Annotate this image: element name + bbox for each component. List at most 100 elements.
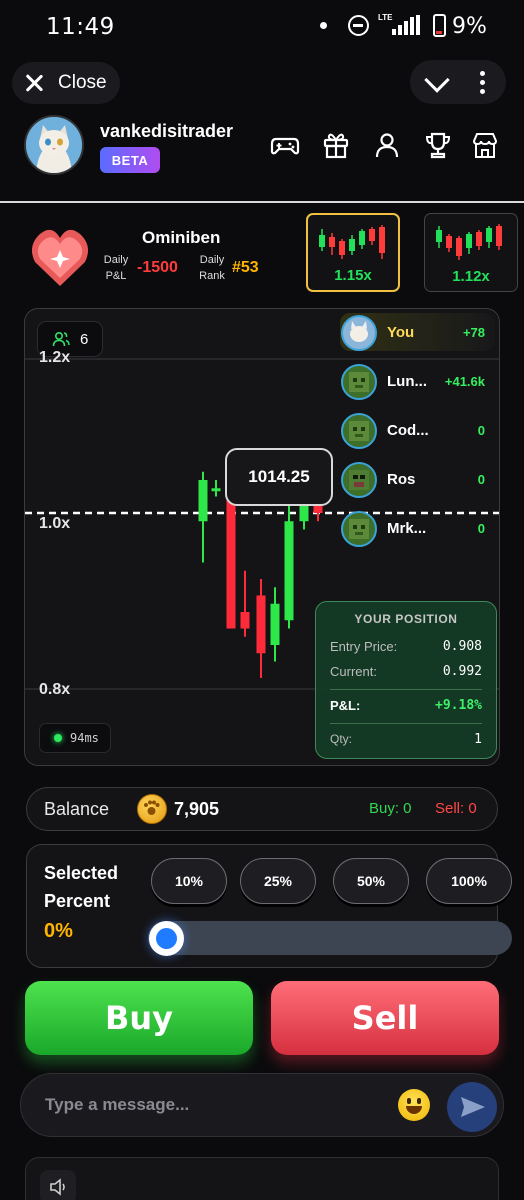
close-label: Close: [58, 72, 107, 93]
username: vankedisitrader: [100, 121, 234, 141]
leaderboard-item[interactable]: Ros 0: [341, 462, 493, 500]
nav-controls: [410, 60, 506, 104]
notification-dot-icon: [320, 22, 327, 29]
candle-body: [299, 504, 309, 522]
status-dot-icon: [54, 734, 62, 742]
leaderboard-name: You: [387, 324, 415, 341]
emoji-icon[interactable]: [398, 1089, 430, 1121]
y-label-mid: 1.0x: [39, 515, 71, 532]
avatar: [341, 511, 377, 547]
close-icon: [24, 73, 44, 93]
signal-icon: [392, 15, 420, 35]
leaderboard-name: Cod...: [387, 422, 429, 439]
latency-indicator: 94ms: [39, 723, 111, 753]
leaderboard-item[interactable]: Lun... +41.6k: [341, 364, 493, 402]
price-chart[interactable]: 6 1.2x 1.0x 0.8x 1014.25 You +78 Lun... …: [24, 308, 500, 766]
avatar: [341, 315, 377, 351]
candle-body: [284, 521, 294, 621]
position-divider: [330, 723, 482, 724]
leaderboard-score: +41.6k: [444, 374, 485, 389]
percent-10-button[interactable]: 10%: [151, 858, 227, 904]
rank-label: Daily Rank: [199, 254, 225, 282]
more-options-icon[interactable]: [480, 71, 486, 95]
percent-100-button[interactable]: 100%: [426, 858, 512, 904]
heart-badge-icon: [31, 229, 89, 286]
position-title: YOUR POSITION: [354, 612, 458, 626]
balance-label: Balance: [44, 799, 110, 819]
sell-count: Sell: 0: [435, 800, 477, 817]
buy-count: Buy: 0: [369, 800, 412, 817]
candle-body: [226, 488, 236, 629]
candle-body: [240, 612, 250, 629]
avatar: [341, 413, 377, 449]
message-input[interactable]: Type a message...: [20, 1073, 504, 1137]
balance-bar: Balance 7,905 Buy: 0 Sell: 0: [26, 787, 498, 831]
candle-body: [256, 595, 266, 654]
room-multiplier: 1.12x: [452, 268, 490, 285]
your-position-card: YOUR POSITION Entry Price: 0.908 Current:…: [315, 601, 497, 759]
candle-body: [211, 488, 221, 492]
leaderboard-name: Ros: [387, 471, 416, 488]
battery-percent: 9%: [452, 14, 487, 39]
candle-body: [198, 480, 208, 522]
candle-body: [270, 603, 280, 645]
avatar: [341, 364, 377, 400]
current-price-row: Current: 0.992: [330, 664, 482, 679]
mini-chart-icon: [319, 225, 385, 259]
current-price-tag: 1014.25: [225, 448, 333, 506]
avatar: [341, 462, 377, 498]
users-icon: [52, 331, 70, 347]
sell-button[interactable]: Sell: [271, 981, 499, 1055]
user-icon[interactable]: [372, 130, 402, 160]
send-icon: [461, 1097, 485, 1117]
qty-row: Qty: 1: [330, 732, 482, 747]
y-label-low: 0.8x: [39, 681, 71, 698]
cat-avatar-icon: [26, 117, 82, 173]
message-placeholder: Type a message...: [45, 1095, 190, 1114]
leaderboard-score: 0: [477, 521, 485, 536]
chevron-down-icon[interactable]: [424, 67, 450, 93]
percent-25-button[interactable]: 25%: [240, 858, 316, 904]
gift-icon[interactable]: [321, 130, 351, 160]
room-card-1[interactable]: 1.15x: [306, 213, 400, 292]
bottom-panel: [25, 1157, 499, 1200]
entry-price-row: Entry Price: 0.908: [330, 639, 482, 654]
leaderboard-item[interactable]: Mrk... 0: [341, 511, 493, 549]
selected-percent-value: 0%: [44, 920, 73, 942]
status-bar: 11:49 LTE 9%: [0, 0, 524, 52]
buy-button[interactable]: Buy: [25, 981, 253, 1055]
speaker-button[interactable]: [40, 1170, 76, 1200]
leaderboard-item[interactable]: You +78: [341, 315, 493, 353]
player-name: Ominiben: [142, 228, 221, 247]
leaderboard-score: 0: [477, 423, 485, 438]
beta-badge: BETA: [100, 147, 160, 173]
close-button[interactable]: Close: [12, 62, 120, 104]
gamepad-icon[interactable]: [270, 130, 300, 160]
trophy-icon[interactable]: [423, 130, 453, 160]
leaderboard-name: Mrk...: [387, 520, 427, 537]
position-divider: [330, 689, 482, 690]
mini-chart-icon: [436, 224, 502, 260]
daily-rank-value: #53: [232, 259, 259, 276]
room-card-2[interactable]: 1.12x: [424, 213, 518, 292]
send-button[interactable]: [447, 1082, 497, 1132]
battery-icon: [433, 14, 446, 37]
leaderboard-item[interactable]: Cod... 0: [341, 413, 493, 451]
speaker-icon: [50, 1178, 65, 1196]
store-icon[interactable]: [470, 130, 500, 160]
leaderboard-name: Lun...: [387, 373, 427, 390]
pnl-label: Daily P&L: [103, 254, 129, 282]
avatar[interactable]: [24, 115, 84, 175]
slider-handle[interactable]: [149, 921, 184, 956]
balance-value: 7,905: [174, 799, 220, 819]
status-time: 11:49: [46, 14, 115, 40]
percent-50-button[interactable]: 50%: [333, 858, 409, 904]
selector-title: Selected Percent: [44, 863, 119, 911]
leaderboard-score: 0: [477, 472, 485, 487]
leaderboard-score: +78: [462, 325, 485, 340]
room-multiplier: 1.15x: [334, 267, 372, 284]
daily-pnl-value: -1500: [137, 259, 178, 276]
do-not-disturb-icon: [348, 15, 369, 36]
percent-slider[interactable]: [148, 921, 512, 955]
coin-icon: [137, 794, 167, 824]
